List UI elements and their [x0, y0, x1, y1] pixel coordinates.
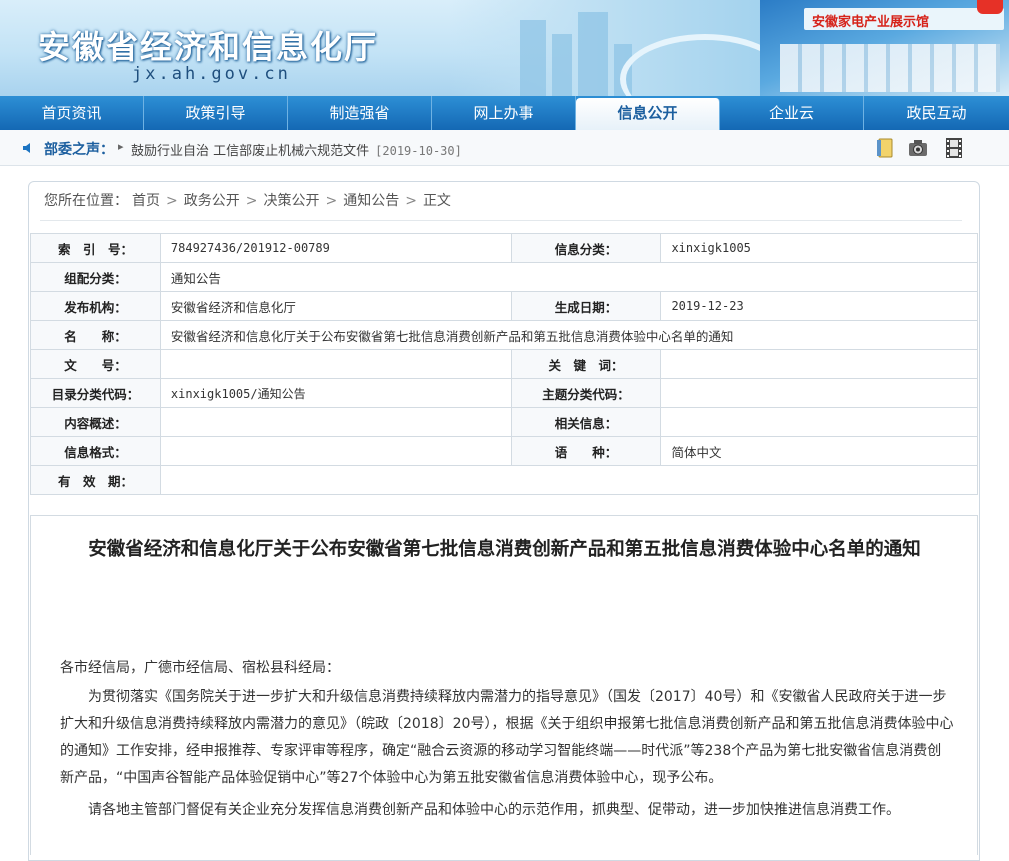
skyline-building	[520, 20, 546, 96]
article-salutation: 各市经信局，广德市经信局、宿松县科经局：	[60, 660, 340, 676]
meta-value: 784927436/201912-00789	[159, 233, 512, 263]
meta-key: 索 引 号：	[30, 233, 161, 263]
banner-red-logo	[977, 0, 1003, 14]
table-row: 信息格式： 语 种： 简体中文	[30, 436, 978, 466]
table-row: 组配分类： 通知公告	[30, 262, 979, 292]
meta-value: 安徽省经济和信息化厅	[159, 291, 512, 321]
meta-key: 主题分类代码：	[510, 378, 662, 408]
table-row: 目录分类代码： xinxigk1005/通知公告 主题分类代码：	[30, 378, 978, 408]
nav-item-manufacturing[interactable]: 制造强省	[288, 96, 432, 130]
meta-value	[660, 349, 978, 379]
nav-item-home-news[interactable]: 首页资讯	[0, 96, 144, 130]
ticker-headline[interactable]: 鼓励行业自治 工信部废止机械六规范文件	[131, 144, 369, 159]
breadcrumb-decision[interactable]: 决策公开	[263, 193, 319, 209]
skyline-building	[552, 34, 572, 96]
breadcrumb: 您所在位置： 首页 > 政务公开 > 决策公开 > 通知公告 > 正文	[44, 190, 455, 210]
breadcrumb-separator: >	[245, 193, 258, 209]
breadcrumb-current: 正文	[422, 193, 451, 209]
speaker-icon	[23, 143, 30, 153]
site-title[interactable]: 安徽省经济和信息化厅	[38, 22, 378, 68]
table-row: 文 号： 关 键 词：	[30, 349, 978, 379]
meta-key: 有 效 期：	[30, 465, 161, 495]
meta-value	[159, 349, 512, 379]
breadcrumb-separator: >	[166, 193, 178, 209]
breadcrumb-notices[interactable]: 通知公告	[343, 193, 399, 209]
news-ticker: 部委之声： ▸ 鼓励行业自治 工信部废止机械六规范文件 [2019-10-30]	[0, 130, 1009, 166]
nav-item-online-service[interactable]: 网上办事	[432, 96, 576, 130]
banner-sign: 安徽家电产业展示馆	[804, 8, 1004, 30]
breadcrumb-prefix: 您所在位置：	[44, 193, 128, 209]
meta-key: 关 键 词：	[510, 349, 662, 379]
meta-value	[159, 436, 512, 466]
article-title: 安徽省经济和信息化厅关于公布安徽省第七批信息消费创新产品和第五批信息消费体验中心…	[88, 539, 921, 560]
table-row: 索 引 号： 784927436/201912-00789 信息分类： xinx…	[30, 233, 978, 263]
article-paragraph: 请各地主管部门督促有关企业充分发挥信息消费创新产品和体验中心的示范作用，抓典型、…	[88, 802, 900, 818]
bookmark-icon[interactable]	[874, 137, 896, 159]
ticker-date: [2019-10-30]	[375, 144, 462, 158]
meta-value: xinxigk1005/通知公告	[159, 378, 512, 408]
meta-value: 简体中文	[660, 436, 978, 466]
nav-item-policy[interactable]: 政策引导	[144, 96, 288, 130]
table-row: 发布机构： 安徽省经济和信息化厅 生成日期： 2019-12-23	[30, 291, 978, 321]
breadcrumb-home[interactable]: 首页	[132, 193, 160, 209]
ticker-headline-link[interactable]: 鼓励行业自治 工信部废止机械六规范文件 [2019-10-30]	[131, 140, 462, 159]
breadcrumb-separator: >	[325, 193, 338, 209]
meta-key: 信息分类：	[510, 233, 662, 263]
header-banner-photo: 安徽家电产业展示馆	[760, 0, 1009, 96]
meta-key: 语 种：	[510, 436, 662, 466]
meta-key: 发布机构：	[30, 291, 161, 321]
ticker-label: 部委之声：	[44, 142, 114, 158]
meta-key: 相关信息：	[510, 407, 662, 437]
meta-key: 文 号：	[30, 349, 161, 379]
breadcrumb-divider	[40, 220, 962, 221]
article-paragraph: 为贯彻落实《国务院关于进一步扩大和升级信息消费持续释放内需潜力的指导意见》（国发…	[60, 689, 954, 786]
meta-value	[660, 407, 978, 437]
camera-icon[interactable]	[907, 137, 929, 159]
table-row: 内容概述： 相关信息：	[30, 407, 978, 437]
meta-value	[159, 407, 512, 437]
meta-key: 目录分类代码：	[30, 378, 161, 408]
meta-value: 2019-12-23	[660, 291, 978, 321]
breadcrumb-separator: >	[405, 193, 417, 209]
metadata-table: 索 引 号： 784927436/201912-00789 信息分类： xinx…	[30, 233, 979, 495]
site-domain: jx.ah.gov.cn	[132, 64, 291, 84]
meta-value: xinxigk1005	[660, 233, 978, 263]
breadcrumb-gov-affairs[interactable]: 政务公开	[184, 193, 240, 209]
nav-item-interaction[interactable]: 政民互动	[864, 96, 1009, 130]
meta-value: 通知公告	[159, 262, 979, 292]
table-row: 有 效 期：	[30, 465, 979, 495]
meta-key: 名 称：	[30, 320, 161, 350]
table-row: 名 称： 安徽省经济和信息化厅关于公布安徽省第七批信息消费创新产品和第五批信息消…	[30, 320, 979, 350]
meta-key: 信息格式：	[30, 436, 161, 466]
nav-item-enterprise-cloud[interactable]: 企业云	[720, 96, 864, 130]
meta-key: 组配分类：	[30, 262, 161, 292]
meta-key: 内容概述：	[30, 407, 161, 437]
nav-item-info-disclosure[interactable]: 信息公开	[576, 98, 720, 130]
chevron-right-icon: ▸	[118, 140, 124, 153]
meta-key: 生成日期：	[510, 291, 662, 321]
banner-shelf	[780, 44, 1000, 92]
meta-value	[660, 378, 978, 408]
site-header: 安徽家电产业展示馆 安徽省经济和信息化厅 jx.ah.gov.cn	[0, 0, 1009, 96]
skyline-building	[578, 12, 608, 96]
main-nav: 首页资讯 政策引导 制造强省 网上办事 信息公开 企业云 政民互动	[0, 96, 1009, 130]
film-icon[interactable]	[943, 137, 965, 159]
meta-value	[159, 465, 979, 495]
meta-value: 安徽省经济和信息化厅关于公布安徽省第七批信息消费创新产品和第五批信息消费体验中心…	[159, 320, 979, 350]
